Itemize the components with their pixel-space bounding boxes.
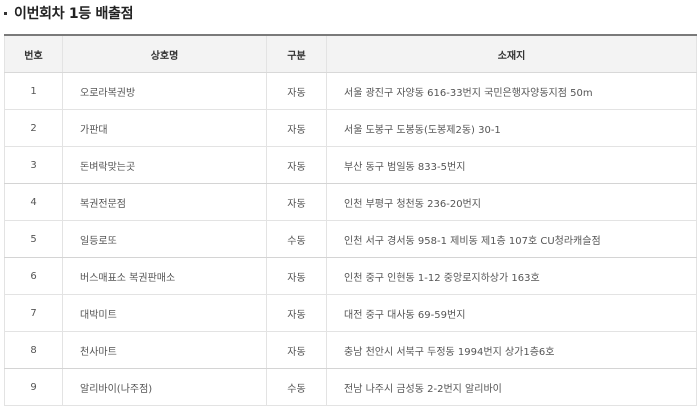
row-type: 수동 <box>266 368 327 406</box>
row-store-name: 천사마트 <box>62 331 267 369</box>
row-address: 서울 광진구 자양동 616-33번지 국민은행자양동지점 50m <box>326 72 697 110</box>
winning-stores-table: 번호 상호명 구분 소재지 1 오로라복권방 자동 서울 광진구 자양동 616… <box>4 34 697 406</box>
row-number: 6 <box>4 257 63 295</box>
row-type: 자동 <box>266 257 327 295</box>
row-store-name: 일등로또 <box>62 220 267 258</box>
table-row: 9 알리바이(나주점) 수동 전남 나주시 금성동 2-2번지 알리바이 <box>4 368 697 406</box>
table-row: 6 버스매표소 복권판매소 자동 인천 중구 인현동 1-12 중앙로지하상가 … <box>4 257 697 295</box>
table-row: 2 가판대 자동 서울 도봉구 도봉동(도봉제2동) 30-1 <box>4 109 697 147</box>
row-address: 대전 중구 대사동 69-59번지 <box>326 294 697 332</box>
row-store-name: 돈벼락맞는곳 <box>62 146 267 184</box>
row-type: 자동 <box>266 183 327 221</box>
row-store-name: 알리바이(나주점) <box>62 368 267 406</box>
row-store-name: 가판대 <box>62 109 267 147</box>
header-address: 소재지 <box>326 34 697 73</box>
table-row: 8 천사마트 자동 충남 천안시 서북구 두정동 1994번지 상가1층6호 <box>4 331 697 369</box>
row-number: 4 <box>4 183 63 221</box>
row-number: 2 <box>4 109 63 147</box>
row-number: 9 <box>4 368 63 406</box>
row-type: 수동 <box>266 220 327 258</box>
bullet-icon <box>4 12 7 15</box>
row-type: 자동 <box>266 331 327 369</box>
table-row: 7 대박미트 자동 대전 중구 대사동 69-59번지 <box>4 294 697 332</box>
row-type: 자동 <box>266 72 327 110</box>
table-row: 3 돈벼락맞는곳 자동 부산 동구 범일동 833-5번지 <box>4 146 697 184</box>
table-header: 번호 상호명 구분 소재지 <box>4 34 697 73</box>
row-store-name: 대박미트 <box>62 294 267 332</box>
table-body: 1 오로라복권방 자동 서울 광진구 자양동 616-33번지 국민은행자양동지… <box>4 72 697 406</box>
row-store-name: 오로라복권방 <box>62 72 267 110</box>
row-number: 3 <box>4 146 63 184</box>
table-row: 1 오로라복권방 자동 서울 광진구 자양동 616-33번지 국민은행자양동지… <box>4 72 697 110</box>
row-number: 5 <box>4 220 63 258</box>
row-type: 자동 <box>266 109 327 147</box>
row-address: 인천 중구 인현동 1-12 중앙로지하상가 163호 <box>326 257 697 295</box>
header-type: 구분 <box>266 34 327 73</box>
table-header-row: 번호 상호명 구분 소재지 <box>4 34 697 73</box>
row-address: 부산 동구 범일동 833-5번지 <box>326 146 697 184</box>
row-number: 1 <box>4 72 63 110</box>
row-address: 인천 부평구 청천동 236-20번지 <box>326 183 697 221</box>
winning-stores-table-wrap: 번호 상호명 구분 소재지 1 오로라복권방 자동 서울 광진구 자양동 616… <box>4 34 697 406</box>
section-title-text: 이번회차 1등 배출점 <box>14 6 134 22</box>
row-store-name: 복권전문점 <box>62 183 267 221</box>
table-row: 5 일등로또 수동 인천 서구 경서동 958-1 제비동 제1층 107호 C… <box>4 220 697 258</box>
row-type: 자동 <box>266 146 327 184</box>
row-type: 자동 <box>266 294 327 332</box>
header-store-name: 상호명 <box>62 34 267 73</box>
row-address: 충남 천안시 서북구 두정동 1994번지 상가1층6호 <box>326 331 697 369</box>
header-number: 번호 <box>4 34 63 73</box>
row-store-name: 버스매표소 복권판매소 <box>62 257 267 295</box>
row-address: 인천 서구 경서동 958-1 제비동 제1층 107호 CU청라캐슬점 <box>326 220 697 258</box>
row-address: 전남 나주시 금성동 2-2번지 알리바이 <box>326 368 697 406</box>
row-number: 7 <box>4 294 63 332</box>
section-title: 이번회차 1등 배출점 <box>4 2 134 24</box>
row-address: 서울 도봉구 도봉동(도봉제2동) 30-1 <box>326 109 697 147</box>
row-number: 8 <box>4 331 63 369</box>
table-row: 4 복권전문점 자동 인천 부평구 청천동 236-20번지 <box>4 183 697 221</box>
